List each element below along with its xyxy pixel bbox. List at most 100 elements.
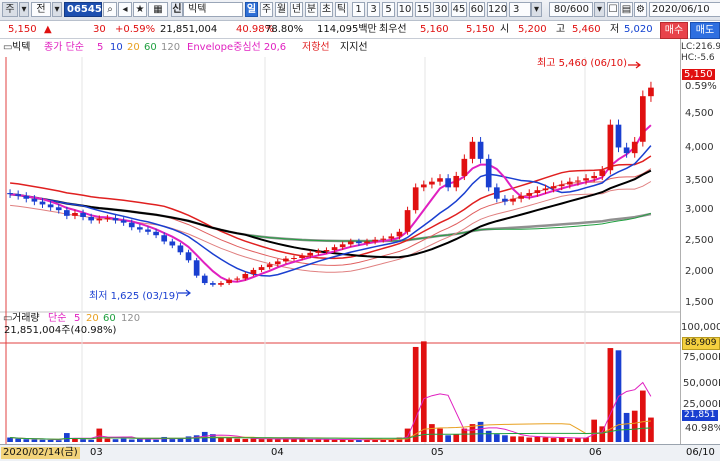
- low-annotation-arrow: [178, 289, 191, 297]
- view-mode-button[interactable]: 전: [31, 2, 51, 17]
- volume-title: 거래량: [12, 313, 40, 324]
- minute-button-10[interactable]: 10: [397, 2, 413, 17]
- stock-name-field[interactable]: 빅텍: [183, 2, 243, 17]
- grid-layout-icon[interactable]: ▤: [620, 2, 633, 17]
- minute-button-5[interactable]: 5: [382, 2, 395, 17]
- current-price: 5,150: [8, 24, 37, 35]
- interval-dropdown-icon[interactable]: ▾: [531, 2, 542, 17]
- stock-code-input[interactable]: 065450: [64, 2, 109, 17]
- legend-ma60[interactable]: 60: [144, 42, 157, 54]
- candle-body: [64, 210, 70, 216]
- minute-button-60[interactable]: 60: [469, 2, 485, 17]
- volume-bar: [331, 439, 338, 442]
- legend-ma5[interactable]: 5: [97, 42, 103, 54]
- candle-body: [542, 188, 549, 191]
- volume-bar: [80, 439, 86, 442]
- toolbar: 주 ▾ 전 ▾ 065450 ⌕ ◂ ★ ▦ 신 빅텍 일 주 월 년 분 초 …: [0, 0, 720, 21]
- legend-ma10[interactable]: 10: [110, 42, 123, 54]
- gear-icon[interactable]: ⚙: [634, 2, 647, 17]
- candle-body: [15, 194, 22, 196]
- volume-bar: [169, 439, 176, 442]
- volume-ma60[interactable]: 60: [103, 313, 116, 325]
- x-axis-label-04: 04: [271, 447, 284, 458]
- count-input[interactable]: 80/600: [549, 2, 593, 17]
- menu-dropdown-icon[interactable]: ▾: [19, 2, 29, 17]
- volume-bar: [591, 419, 597, 442]
- volume-bar: [55, 440, 62, 442]
- grid-icon[interactable]: ▦: [148, 2, 168, 17]
- candle-body: [47, 204, 54, 208]
- candle-body: [591, 175, 597, 179]
- buy-button[interactable]: 매수: [660, 22, 688, 39]
- legend-envelope[interactable]: Envelope중심선 20,6: [187, 42, 286, 54]
- period-button-year[interactable]: 년: [290, 2, 303, 17]
- minute-button-1[interactable]: 1: [352, 2, 365, 17]
- count-dropdown-icon[interactable]: ▾: [594, 2, 605, 17]
- period-button-month[interactable]: 월: [275, 2, 288, 17]
- volume-ma120[interactable]: 120: [121, 313, 140, 325]
- date-input[interactable]: 2020/06/10: [649, 2, 720, 17]
- legend-ma20[interactable]: 20: [127, 42, 140, 54]
- period-button-tick[interactable]: 틱: [335, 2, 348, 17]
- candle-body: [631, 141, 638, 154]
- hc-value: HC:-5.6: [681, 53, 715, 63]
- candle-body: [639, 96, 646, 142]
- vol-last-label: 21,851: [682, 410, 718, 421]
- candle-body: [615, 124, 622, 148]
- favorite-icon[interactable]: ★: [133, 2, 147, 17]
- candle-body: [242, 273, 249, 279]
- period-button-minute[interactable]: 분: [305, 2, 318, 17]
- sell-button[interactable]: 매도: [690, 22, 720, 39]
- candle-body: [161, 235, 168, 242]
- volume-bar: [7, 437, 13, 442]
- volume-ma20[interactable]: 20: [86, 313, 99, 325]
- volume-bar: [226, 438, 232, 442]
- arrow-left-icon[interactable]: ◂: [118, 2, 132, 17]
- menu-button[interactable]: 주: [2, 2, 18, 17]
- magnifier-icon[interactable]: ⌕: [103, 2, 117, 17]
- volume-bar: [185, 436, 192, 442]
- volume-bar: [526, 437, 533, 442]
- interval-input[interactable]: 3: [509, 2, 531, 17]
- candle-body: [437, 178, 443, 182]
- x-axis-end-date: 06/10: [686, 447, 715, 458]
- volume-bar: [64, 433, 70, 442]
- minute-button-120[interactable]: 120: [487, 2, 507, 17]
- candle-body: [485, 158, 492, 188]
- candle-body: [323, 250, 330, 252]
- volume-bar: [420, 341, 427, 442]
- candle-body: [623, 147, 630, 154]
- legend-ma-label[interactable]: 종가 단순: [44, 42, 84, 54]
- candle-body: [23, 195, 30, 199]
- y-tick-3500: 3,500: [685, 175, 714, 186]
- minute-button-45[interactable]: 45: [451, 2, 467, 17]
- candle-body: [96, 218, 103, 221]
- candle-body: [7, 193, 13, 195]
- minute-button-30[interactable]: 30: [433, 2, 449, 17]
- legend-ma120[interactable]: 120: [161, 42, 180, 54]
- lock-checkbox[interactable]: ☐: [607, 2, 619, 17]
- legend-support[interactable]: 지지선: [340, 42, 368, 54]
- minute-button-15[interactable]: 15: [415, 2, 431, 17]
- volume-bar: [453, 434, 460, 442]
- period-button-day[interactable]: 일: [245, 2, 258, 17]
- minute-button-3[interactable]: 3: [367, 2, 380, 17]
- trade-amount: 114,095백만: [317, 24, 377, 35]
- volume-bar: [437, 428, 443, 442]
- high-price: 5,460: [572, 24, 601, 35]
- view-dropdown-icon[interactable]: ▾: [52, 2, 62, 17]
- period-button-week[interactable]: 주: [260, 2, 273, 17]
- candle-body: [502, 198, 508, 202]
- volume-ma5[interactable]: 5: [74, 313, 80, 325]
- candle-body: [218, 283, 224, 285]
- volume-ma-label[interactable]: 단순: [48, 313, 66, 325]
- price-volume-chart[interactable]: [0, 57, 680, 444]
- best-ask-price: 5,160: [420, 24, 449, 35]
- lc-value: LC:216.9: [681, 42, 720, 52]
- period-button-second[interactable]: 초: [320, 2, 333, 17]
- y-tick-2500: 2,500: [685, 235, 714, 246]
- legend-resistance[interactable]: 저항선: [302, 42, 330, 54]
- candle-body: [445, 178, 451, 188]
- volume-bar: [72, 438, 78, 442]
- volume-bar-series: [7, 341, 654, 442]
